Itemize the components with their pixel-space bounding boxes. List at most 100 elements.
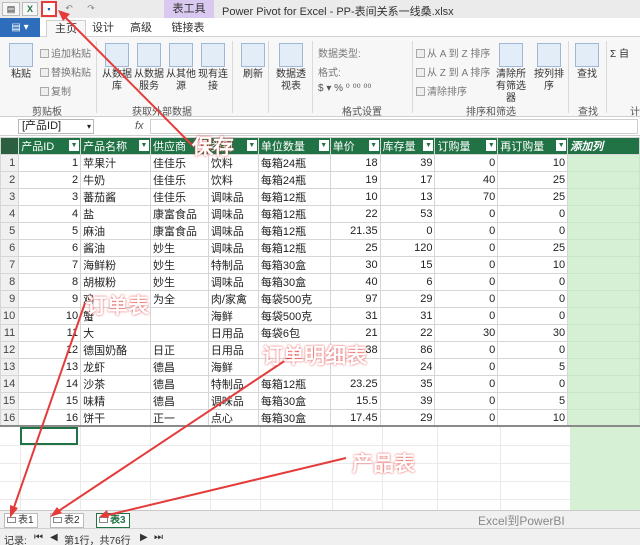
filter-dropdown-icon[interactable]: ▼ bbox=[69, 140, 80, 151]
table-row[interactable]: 15 15 味精 德昌 调味品 每箱30盒 15.5 39 0 5 bbox=[0, 392, 640, 410]
table-cell[interactable]: 3 bbox=[18, 188, 82, 206]
app-menu-icon[interactable]: ▤ bbox=[2, 2, 20, 16]
row-number[interactable]: 8 bbox=[0, 273, 20, 291]
file-menu-button[interactable]: ▤ ▾ bbox=[0, 18, 40, 37]
name-box[interactable]: [产品ID] ▾ bbox=[18, 119, 94, 134]
table-cell[interactable]: 21.35 bbox=[329, 222, 381, 240]
table-cell[interactable]: 70 bbox=[434, 188, 499, 206]
add-column-cell[interactable] bbox=[567, 324, 640, 342]
sheet-tab-2[interactable]: 表2 bbox=[50, 513, 84, 528]
table-cell[interactable]: 35 bbox=[379, 375, 436, 393]
table-cell[interactable]: 0 bbox=[497, 375, 569, 393]
tab-home[interactable]: 主页 bbox=[46, 20, 86, 37]
paste-button[interactable]: 粘贴 bbox=[4, 43, 38, 81]
table-cell[interactable]: 10 bbox=[497, 409, 569, 425]
table-cell[interactable]: 6 bbox=[379, 273, 436, 291]
add-column-cell[interactable] bbox=[567, 341, 640, 359]
row-number[interactable]: 11 bbox=[0, 324, 20, 342]
table-cell[interactable]: 10 bbox=[18, 307, 82, 325]
replace-paste-button[interactable]: 替换粘贴 bbox=[40, 64, 91, 79]
row-number[interactable]: 14 bbox=[0, 375, 20, 393]
table-cell[interactable]: 0 bbox=[434, 341, 499, 359]
table-cell[interactable]: 每袋500克 bbox=[257, 307, 331, 325]
table-cell[interactable]: 29 bbox=[379, 409, 436, 425]
row-number[interactable]: 3 bbox=[0, 188, 20, 206]
table-cell[interactable]: 16 bbox=[18, 409, 82, 425]
table-cell[interactable]: 9 bbox=[18, 290, 82, 308]
table-cell[interactable]: 0 bbox=[497, 222, 569, 240]
add-column-cell[interactable] bbox=[567, 375, 640, 393]
row-number[interactable]: 9 bbox=[0, 290, 20, 308]
row-number[interactable]: 15 bbox=[0, 392, 20, 410]
chevron-down-icon[interactable]: ▾ bbox=[87, 120, 91, 133]
copy-button[interactable]: 复制 bbox=[40, 83, 71, 98]
table-cell[interactable]: 15 bbox=[18, 392, 82, 410]
table-cell[interactable]: 特制品 bbox=[207, 256, 259, 274]
table-cell[interactable]: 97 bbox=[329, 290, 381, 308]
add-column-cell[interactable] bbox=[567, 358, 640, 376]
sheet-tab-3[interactable]: 表3 bbox=[96, 513, 130, 528]
table-cell[interactable]: 每袋500克 bbox=[257, 290, 331, 308]
table-cell[interactable]: 0 bbox=[497, 273, 569, 291]
clear-all-filters-button[interactable]: 清除所有筛选器 bbox=[492, 43, 530, 105]
table-cell[interactable] bbox=[149, 324, 209, 342]
table-cell[interactable]: 30 bbox=[434, 324, 499, 342]
column-header[interactable]: 单位数量 ▼ bbox=[257, 137, 331, 155]
table-cell[interactable]: 调味品 bbox=[207, 392, 259, 410]
table-cell[interactable]: 0 bbox=[434, 392, 499, 410]
table-cell[interactable]: 调味品 bbox=[207, 222, 259, 240]
table-cell[interactable]: 5 bbox=[497, 358, 569, 376]
table-cell[interactable]: 大 bbox=[80, 324, 151, 342]
table-row[interactable]: 4 4 盐康富食品 调味品 每箱12瓶 22 53 0 0 bbox=[0, 205, 640, 223]
table-cell[interactable]: 25 bbox=[497, 188, 569, 206]
clear-sort-button[interactable]: 清除排序 bbox=[416, 83, 467, 98]
table-cell[interactable]: 10 bbox=[497, 154, 569, 172]
redo-icon[interactable]: ↷ bbox=[84, 2, 98, 16]
table-cell[interactable]: 特制品 bbox=[207, 375, 259, 393]
pivot-table-button[interactable]: 数据透视表 bbox=[272, 43, 310, 93]
table-cell[interactable]: 53 bbox=[379, 205, 436, 223]
table-cell[interactable]: 13 bbox=[18, 358, 82, 376]
table-cell[interactable]: 每箱30盒 bbox=[257, 273, 331, 291]
table-cell[interactable]: 妙生 bbox=[149, 256, 209, 274]
row-number[interactable]: 13 bbox=[0, 358, 20, 376]
from-other-source-button[interactable]: 从其他源 bbox=[164, 43, 198, 93]
table-cell[interactable]: 每箱30盒 bbox=[257, 256, 331, 274]
table-cell[interactable]: 每箱12瓶 bbox=[257, 239, 331, 257]
table-cell[interactable]: 1 bbox=[18, 154, 82, 172]
column-header[interactable]: 产品ID ▼ bbox=[18, 137, 82, 155]
table-cell[interactable]: 6 bbox=[18, 239, 82, 257]
table-cell[interactable]: 点心 bbox=[207, 409, 259, 425]
table-cell[interactable]: 10 bbox=[497, 256, 569, 274]
table-cell[interactable]: 39 bbox=[379, 154, 436, 172]
add-column-cell[interactable] bbox=[567, 188, 640, 206]
table-cell[interactable]: 饼干 bbox=[80, 409, 151, 425]
selected-cell[interactable] bbox=[20, 427, 78, 445]
tab-linked-table[interactable]: 链接表 bbox=[168, 20, 208, 37]
sort-by-column-button[interactable]: 按列排序 bbox=[532, 43, 566, 93]
table-cell[interactable]: 25 bbox=[497, 239, 569, 257]
row-number[interactable]: 6 bbox=[0, 239, 20, 257]
table-cell[interactable]: 0 bbox=[434, 273, 499, 291]
filter-dropdown-icon[interactable]: ▼ bbox=[486, 140, 497, 151]
row-number[interactable]: 2 bbox=[0, 171, 20, 189]
add-column-header[interactable]: 添加列 bbox=[567, 137, 640, 155]
table-cell[interactable]: 5 bbox=[18, 222, 82, 240]
table-cell[interactable]: 5 bbox=[497, 392, 569, 410]
table-cell[interactable]: 正一 bbox=[149, 409, 209, 425]
table-cell[interactable]: 康富食品 bbox=[149, 222, 209, 240]
table-cell[interactable]: 23.25 bbox=[329, 375, 381, 393]
column-header[interactable]: 再订购量 ▼ bbox=[497, 137, 569, 155]
table-cell[interactable]: 盐 bbox=[80, 205, 151, 223]
append-paste-button[interactable]: 追加粘贴 bbox=[40, 45, 91, 60]
table-cell[interactable]: 味精 bbox=[80, 392, 151, 410]
add-column-cell[interactable] bbox=[567, 290, 640, 308]
table-cell[interactable]: 8 bbox=[18, 273, 82, 291]
add-column-cell[interactable] bbox=[567, 171, 640, 189]
table-cell[interactable]: 15 bbox=[379, 256, 436, 274]
table-row[interactable]: 16 16 饼干 正一 点心 每箱30盒 17.45 29 0 10 bbox=[0, 409, 640, 425]
add-column-cell[interactable] bbox=[567, 222, 640, 240]
add-column-cell[interactable] bbox=[567, 273, 640, 291]
table-cell[interactable]: 0 bbox=[434, 154, 499, 172]
table-cell[interactable]: 佳佳乐 bbox=[149, 171, 209, 189]
